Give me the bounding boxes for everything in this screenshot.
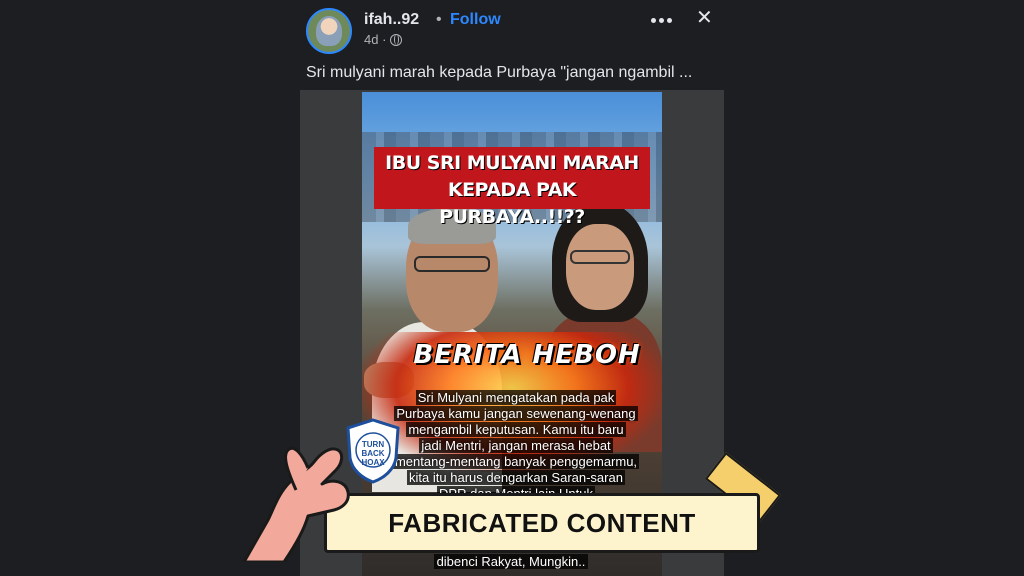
banner-label: FABRICATED CONTENT [388, 507, 696, 538]
post-meta: 4d · [364, 32, 403, 47]
subtitle-line: dibenci Rakyat, Mungkin.. [433, 554, 589, 569]
avatar[interactable] [306, 8, 352, 54]
globe-icon [390, 33, 403, 46]
berita-heboh-label: BERITA HEBOH [413, 340, 641, 370]
subtitle-line: Sri Mulyani mengatakan pada pak [415, 390, 617, 405]
fabricated-content-banner: FABRICATED CONTENT [324, 493, 760, 553]
separator-dot: • [436, 11, 442, 28]
video-subtitle: Sri Mulyani mengatakan pada pak Purbaya … [376, 390, 656, 502]
badge-label: TURN BACK HOAX [361, 440, 385, 467]
subtitle-line: kita itu harus dengarkan Saran-saran [407, 470, 625, 485]
post-caption: Sri mulyani marah kepada Purbaya "jangan… [306, 64, 693, 81]
follow-button[interactable]: Follow [450, 11, 501, 29]
subtitle-line: mentang-mentang banyak penggemarmu, [392, 454, 640, 469]
video-subtitle-bottom: dibenci Rakyat, Mungkin.. [376, 554, 646, 569]
close-icon[interactable]: ✕ [696, 8, 714, 30]
subtitle-line: mengambil keputusan. Kamu itu baru [406, 422, 626, 437]
subtitle-line: Purbaya kamu jangan sewenang-wenang [394, 406, 638, 421]
subtitle-line: jadi Mentri, jangan merasa hebat [419, 438, 613, 453]
more-options-icon[interactable] [648, 10, 674, 30]
video-headline: IBU SRI MULYANI MARAH KEPADA PAK PURBAYA… [374, 150, 650, 231]
headline-line-2: KEPADA PAK PURBAYA..!!?? [439, 179, 585, 228]
headline-line-1: IBU SRI MULYANI MARAH [385, 152, 639, 174]
post-time[interactable]: 4d · [364, 32, 386, 47]
username[interactable]: ifah..92 [364, 11, 419, 29]
